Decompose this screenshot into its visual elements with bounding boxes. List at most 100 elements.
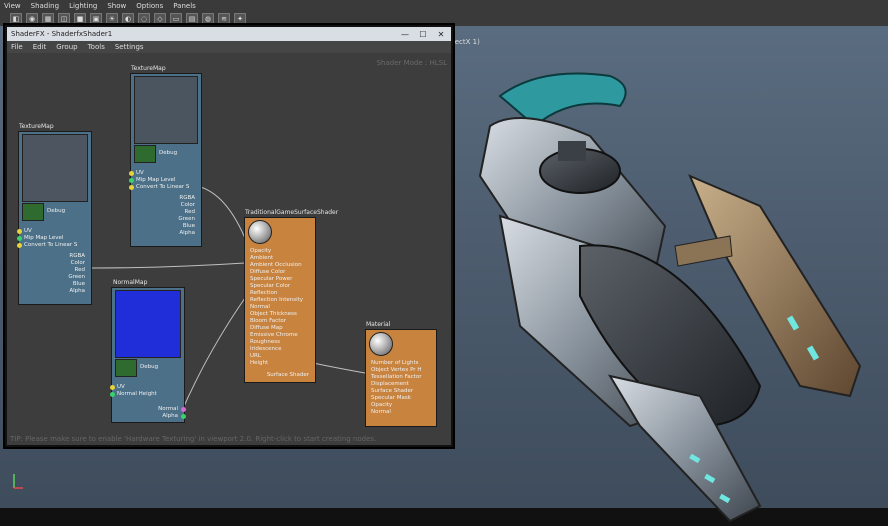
debug-icon[interactable] bbox=[115, 359, 137, 377]
texturemap-node-1[interactable]: Debug UV Mip Map Level Convert To Linear… bbox=[17, 131, 92, 305]
input-bloom: Bloom Factor bbox=[250, 318, 286, 324]
ssao-icon[interactable]: ◍ bbox=[202, 13, 214, 25]
xray-icon[interactable]: ◌ bbox=[138, 13, 150, 25]
menu-edit[interactable]: Edit bbox=[33, 41, 47, 53]
shaderfx-menubar: File Edit Group Tools Settings bbox=[7, 41, 451, 53]
output-port[interactable] bbox=[181, 407, 186, 412]
menu-view[interactable]: View bbox=[4, 0, 21, 12]
output-blue: Blue bbox=[72, 281, 85, 287]
output-red: Red bbox=[184, 209, 195, 215]
normal-preview bbox=[115, 290, 181, 358]
input-port[interactable] bbox=[17, 229, 22, 234]
menu-options[interactable]: Options bbox=[136, 0, 163, 12]
output-alpha: Alpha bbox=[179, 230, 195, 236]
input-port[interactable] bbox=[17, 243, 22, 248]
input-refl-intensity: Reflection Intensity bbox=[250, 297, 304, 303]
resolution-gate-icon[interactable]: ▭ bbox=[170, 13, 182, 25]
shadow-icon[interactable]: ◐ bbox=[122, 13, 134, 25]
output-alpha: Alpha bbox=[69, 288, 85, 294]
wireframe-icon[interactable]: ◫ bbox=[58, 13, 70, 25]
input-port[interactable] bbox=[110, 385, 115, 390]
shaderfx-window: ShaderFX - ShaderfxShader1 — ☐ ✕ File Ed… bbox=[5, 25, 453, 447]
select-tool-icon[interactable]: ◧ bbox=[10, 13, 22, 25]
input-chrome: Emissive Chrome bbox=[250, 332, 298, 338]
isolate-icon[interactable]: ◇ bbox=[154, 13, 166, 25]
input-diffuse-map: Diffuse Map bbox=[250, 325, 283, 331]
motion-blur-icon[interactable]: ≋ bbox=[218, 13, 230, 25]
surface-shader-title: TraditionalGameSurfaceShader bbox=[245, 209, 339, 216]
texturemap-node-2[interactable]: Debug UV Mip Map Level Convert To Linear… bbox=[129, 73, 202, 247]
debug-icon[interactable] bbox=[134, 145, 156, 163]
maya-top-bar: View Shading Lighting Show Options Panel… bbox=[0, 0, 888, 27]
texture-preview bbox=[22, 134, 88, 202]
output-surface-shader: Surface Shader bbox=[266, 372, 309, 378]
debug-label: Debug bbox=[140, 364, 159, 370]
grid-icon[interactable]: ▦ bbox=[42, 13, 54, 25]
maximize-icon[interactable]: ☐ bbox=[417, 30, 429, 39]
menu-show[interactable]: Show bbox=[107, 0, 126, 12]
texturemap-title: TextureMap bbox=[131, 65, 166, 72]
texturemap-title: TextureMap bbox=[19, 123, 54, 130]
input-port[interactable] bbox=[110, 392, 115, 397]
input-port[interactable] bbox=[129, 185, 134, 190]
viewport-menubar: View Shading Lighting Show Options Panel… bbox=[0, 0, 196, 12]
camera-icon[interactable]: ◉ bbox=[26, 13, 38, 25]
input-normal: Normal bbox=[250, 304, 270, 310]
shaded-icon[interactable]: ■ bbox=[74, 13, 86, 25]
normalmap-node[interactable]: Debug UV Normal Height Normal Alpha bbox=[110, 287, 186, 423]
weapon-model bbox=[478, 72, 862, 523]
input-port[interactable] bbox=[129, 178, 134, 183]
axis-gizmo-icon bbox=[13, 474, 23, 489]
node-graph-canvas[interactable]: Shader Mode : HLSL TextureMap Debug UV M… bbox=[7, 53, 451, 445]
input-normal-height: Normal Height bbox=[117, 391, 157, 397]
close-icon[interactable]: ✕ bbox=[435, 30, 447, 39]
input-spec-color: Specular Color bbox=[250, 283, 291, 289]
output-color: Color bbox=[180, 202, 195, 208]
window-title: ShaderFX - ShaderfxShader1 bbox=[11, 30, 113, 38]
menu-tools[interactable]: Tools bbox=[88, 41, 105, 53]
input-port[interactable] bbox=[129, 171, 134, 176]
material-node[interactable]: Number of Lights Object Vertex Pr H Tess… bbox=[365, 329, 437, 427]
output-port[interactable] bbox=[181, 414, 186, 419]
aa-icon[interactable]: ▤ bbox=[186, 13, 198, 25]
input-ambient: Ambient bbox=[250, 255, 274, 261]
input-roughness: Roughness bbox=[250, 339, 281, 345]
input-height: Height bbox=[250, 360, 269, 366]
menu-shading[interactable]: Shading bbox=[31, 0, 59, 12]
output-alpha: Alpha bbox=[162, 413, 178, 419]
menu-lighting[interactable]: Lighting bbox=[69, 0, 97, 12]
input-ao: Ambient Occlusion bbox=[250, 262, 302, 268]
debug-icon[interactable] bbox=[22, 203, 44, 221]
input-uv: UV bbox=[24, 228, 32, 234]
input-normal: Normal bbox=[371, 409, 391, 415]
input-thickness: Object Thickness bbox=[250, 311, 297, 317]
input-tessellation: Tessellation Factor bbox=[371, 374, 422, 380]
input-reflection: Reflection bbox=[250, 290, 278, 296]
shaderfx-titlebar[interactable]: ShaderFX - ShaderfxShader1 — ☐ ✕ bbox=[7, 27, 451, 41]
input-port[interactable] bbox=[17, 236, 22, 241]
output-red: Red bbox=[74, 267, 85, 273]
output-blue: Blue bbox=[182, 223, 195, 229]
input-linear: Convert To Linear S bbox=[24, 242, 78, 248]
input-diffuse-color: Diffuse Color bbox=[250, 269, 286, 275]
output-normal: Normal bbox=[158, 406, 178, 412]
minimize-icon[interactable]: — bbox=[399, 30, 411, 39]
render-icon[interactable]: ✦ bbox=[234, 13, 246, 25]
viewport-camera-label: (ectX 1) bbox=[452, 38, 480, 46]
menu-panels[interactable]: Panels bbox=[173, 0, 196, 12]
debug-label: Debug bbox=[159, 150, 178, 156]
menu-settings[interactable]: Settings bbox=[115, 41, 144, 53]
menu-file[interactable]: File bbox=[11, 41, 23, 53]
input-mip: Mip Map Level bbox=[24, 235, 64, 241]
menu-group[interactable]: Group bbox=[56, 41, 77, 53]
status-tip: TIP: Please make sure to enable 'Hardwar… bbox=[10, 435, 377, 443]
input-uv: UV bbox=[136, 170, 144, 176]
surface-shader-node[interactable]: Opacity Ambient Ambient Occlusion Diffus… bbox=[244, 217, 316, 383]
output-rgba: RGBA bbox=[179, 195, 195, 201]
input-spec-mask: Specular Mask bbox=[371, 395, 411, 401]
textured-icon[interactable]: ▣ bbox=[90, 13, 102, 25]
light-icon[interactable]: ☀ bbox=[106, 13, 118, 25]
input-spec-power: Specular Power bbox=[250, 276, 293, 282]
output-green: Green bbox=[178, 216, 195, 222]
input-uv: UV bbox=[117, 384, 125, 390]
